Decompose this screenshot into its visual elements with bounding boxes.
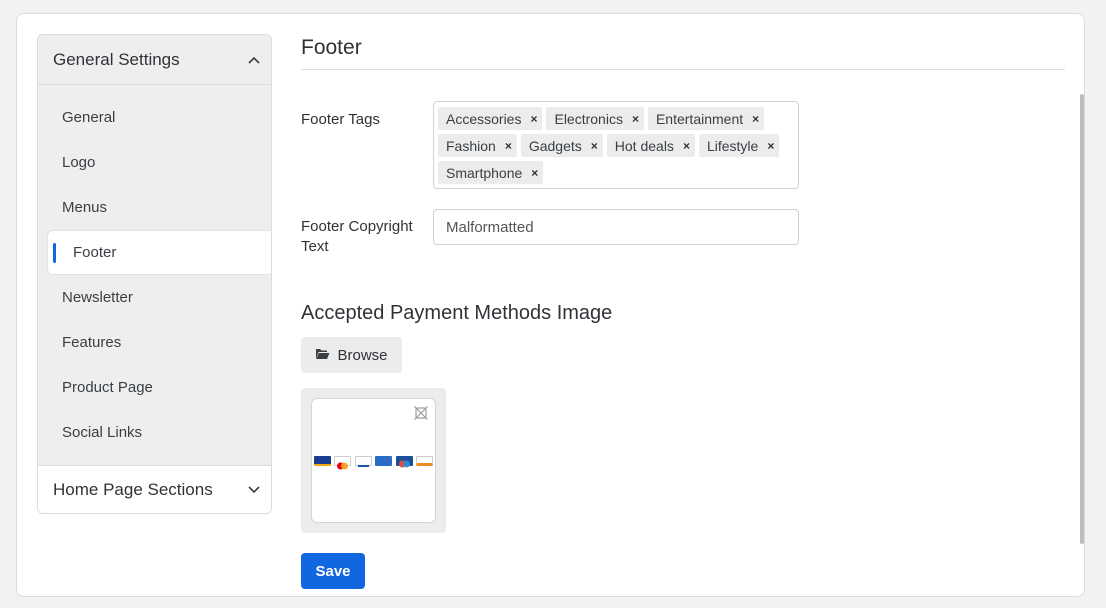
amex-card-icon	[375, 456, 393, 466]
sidebar-item-footer[interactable]: Footer	[47, 230, 271, 275]
sidebar-item-label: Logo	[62, 154, 96, 171]
image-preview-container	[301, 388, 446, 533]
accordion-body: General Logo Menus Footer Newsletter Fea…	[38, 84, 271, 465]
chevron-up-icon	[247, 53, 261, 67]
accordion-general-settings[interactable]: General Settings	[38, 35, 271, 84]
payment-card-logos	[312, 455, 435, 470]
payment-methods-image-preview	[311, 398, 436, 523]
tag-remove-icon[interactable]: ×	[752, 112, 759, 126]
tag-label: Hot deals	[614, 137, 674, 154]
tag-label: Lifestyle	[706, 137, 759, 154]
tag-chip: Hot deals ×	[606, 134, 695, 157]
sidebar-item-label: Features	[62, 334, 122, 351]
tag-chip: Gadgets ×	[520, 134, 603, 157]
sidebar-item-label: Menus	[62, 199, 108, 216]
tag-chip: Entertainment ×	[647, 107, 765, 130]
sidebar-item-features[interactable]: Features	[38, 320, 271, 365]
sidebar-item-label: Product Page	[62, 379, 153, 396]
folder-open-icon	[315, 347, 330, 364]
tag-label: Accessories	[446, 110, 522, 127]
sidebar-item-product-page[interactable]: Product Page	[38, 365, 271, 410]
tag-chip: Smartphone ×	[438, 161, 544, 184]
browse-label: Browse	[337, 346, 388, 364]
tag-remove-icon[interactable]: ×	[505, 139, 512, 153]
tag-label: Fashion	[446, 137, 496, 154]
sidebar-item-menus[interactable]: Menus	[38, 185, 271, 230]
tag-remove-icon[interactable]: ×	[591, 139, 598, 153]
paypal-card-icon	[354, 456, 372, 467]
scrollbar[interactable]	[1080, 94, 1084, 544]
tag-remove-icon[interactable]: ×	[531, 166, 538, 180]
sidebar-item-logo[interactable]: Logo	[38, 140, 271, 185]
main-content: Footer Footer Tags Accessories × Electroni…	[301, 34, 1065, 589]
footer-tags-row: Footer Tags Accessories × Electronics × Ente…	[301, 101, 799, 189]
copyright-row: Footer Copyright Text	[301, 209, 799, 257]
accordion-title: General Settings	[53, 49, 180, 69]
tag-remove-icon[interactable]: ×	[632, 112, 639, 126]
payment-methods-title: Accepted Payment Methods Image	[301, 302, 613, 324]
sidebar-item-label: Newsletter	[62, 289, 133, 306]
settings-sidebar: General Settings General Logo Menus Foot…	[37, 34, 272, 514]
tag-chip: Electronics ×	[546, 107, 644, 130]
copyright-text-input[interactable]	[433, 209, 799, 245]
save-button[interactable]: Save	[301, 553, 365, 589]
sidebar-item-social-links[interactable]: Social Links	[38, 410, 271, 455]
footer-tags-label: Footer Tags	[301, 111, 380, 128]
tag-remove-icon[interactable]: ×	[767, 139, 774, 153]
maestro-card-icon	[395, 456, 413, 468]
tag-label: Entertainment	[655, 110, 744, 127]
tag-remove-icon[interactable]: ×	[530, 112, 537, 126]
accordion-title: Home Page Sections	[53, 480, 213, 499]
tag-chip: Lifestyle ×	[698, 134, 780, 157]
discover-card-icon	[416, 456, 434, 466]
settings-card: General Settings General Logo Menus Foot…	[16, 13, 1085, 597]
visa-card-icon	[313, 456, 331, 466]
footer-tags-input[interactable]: Accessories × Electronics × Entertainment × Fa…	[433, 101, 799, 189]
tag-chip: Fashion ×	[438, 134, 517, 157]
sidebar-item-general[interactable]: General	[38, 95, 271, 140]
page-title: Footer	[301, 34, 1065, 70]
tag-chip: Accessories ×	[438, 107, 543, 130]
sidebar-item-label: Social Links	[62, 424, 143, 441]
sidebar-item-label: Footer	[73, 244, 117, 261]
mastercard-icon	[334, 456, 352, 470]
copyright-label: Footer Copyright Text	[301, 218, 413, 255]
tag-label: Gadgets	[528, 137, 582, 154]
chevron-down-icon	[247, 483, 261, 497]
sidebar-item-label: General	[62, 109, 116, 126]
accordion-home-page-sections[interactable]: Home Page Sections	[38, 465, 271, 513]
tag-label: Smartphone	[446, 164, 523, 181]
tag-label: Electronics	[554, 110, 623, 127]
remove-image-icon[interactable]	[413, 405, 429, 421]
tag-remove-icon[interactable]: ×	[683, 139, 690, 153]
sidebar-item-newsletter[interactable]: Newsletter	[38, 275, 271, 320]
browse-button[interactable]: Browse	[301, 337, 402, 373]
